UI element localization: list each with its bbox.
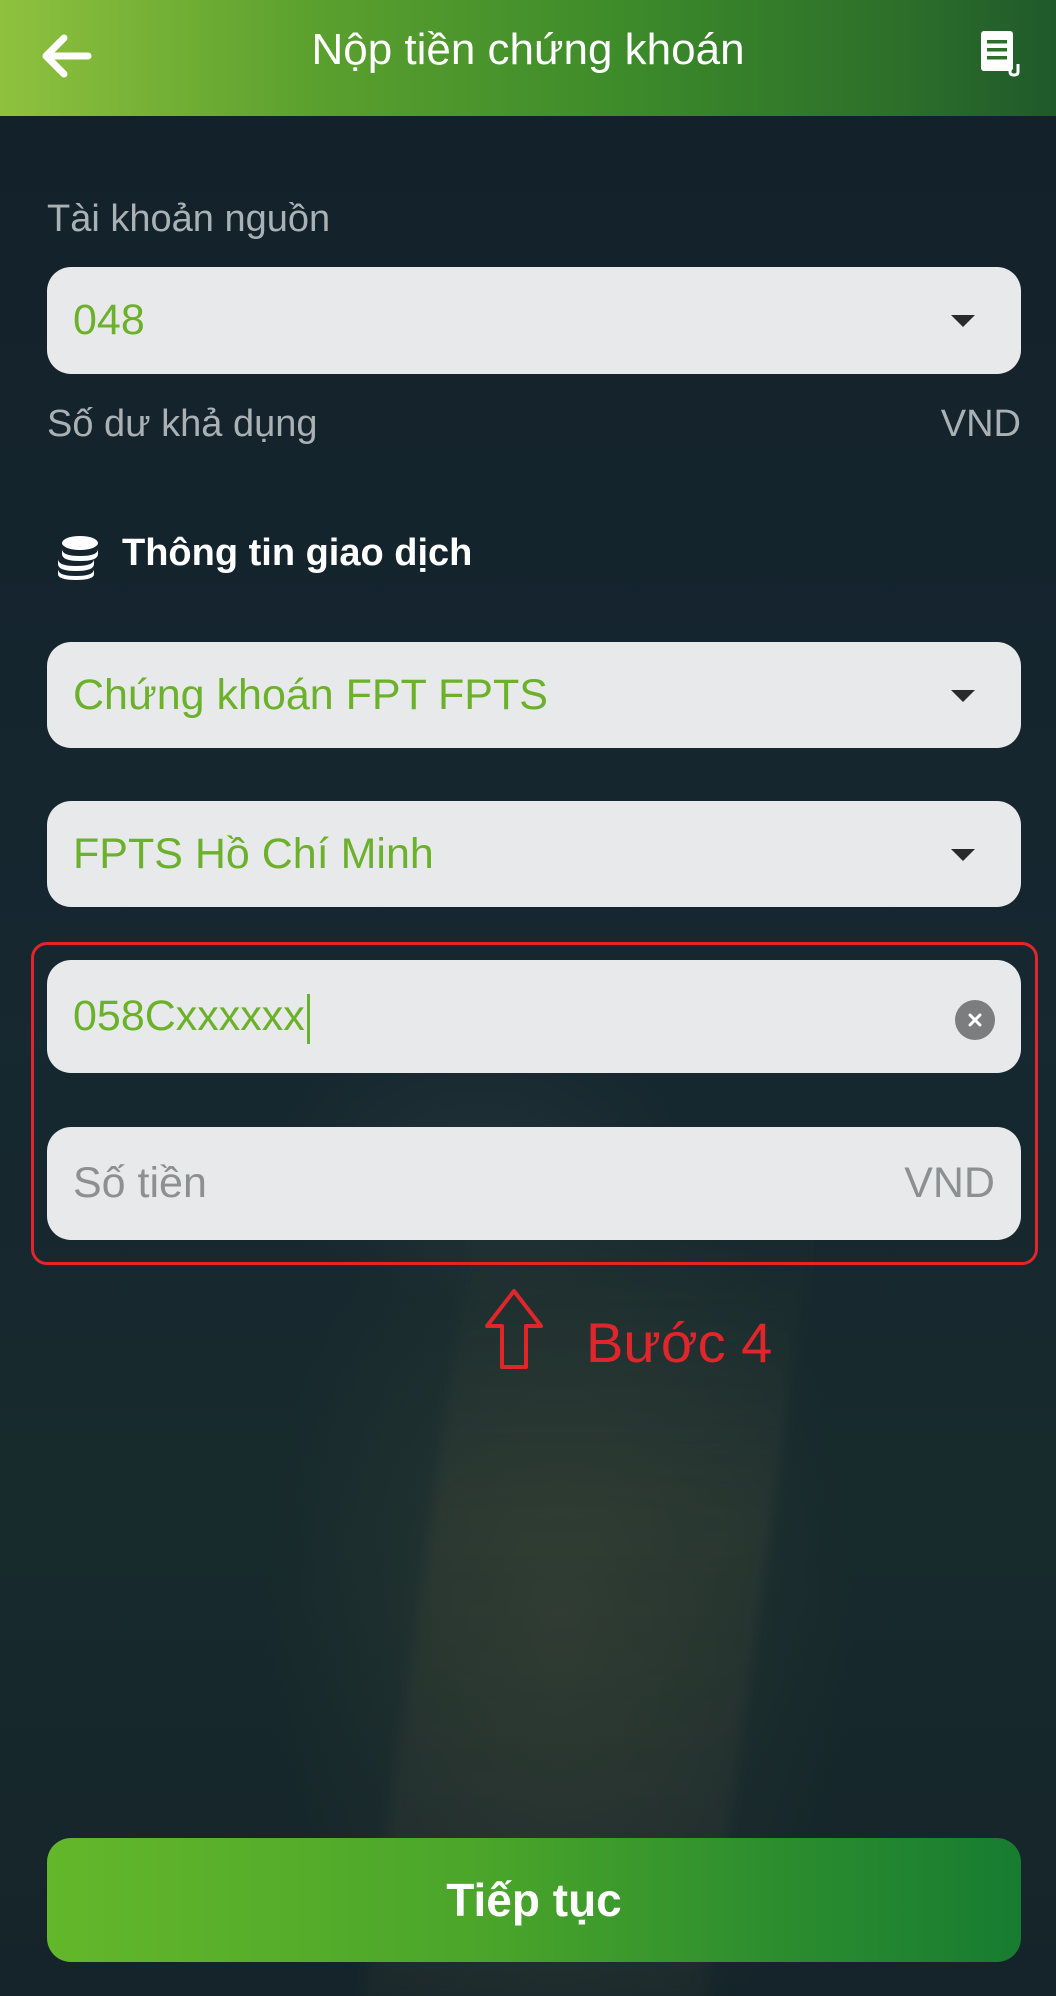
coins-icon	[58, 536, 98, 580]
account-number-input[interactable]: 058Cxxxxxx	[47, 960, 1021, 1073]
amount-placeholder: Số tiền	[73, 1159, 207, 1207]
broker-dropdown[interactable]: Chứng khoán FPT FPTS	[47, 642, 1021, 748]
account-number-wrapper: 058Cxxxxxx	[73, 960, 310, 1073]
document-icon	[981, 31, 1020, 77]
chevron-down-icon	[951, 315, 975, 327]
section-title: Thông tin giao dịch	[122, 532, 473, 574]
step-label: Bước 4	[586, 1311, 773, 1374]
balance-label: Số dư khả dụng	[47, 403, 318, 445]
amount-input[interactable]: Số tiền VND	[47, 1127, 1021, 1240]
text-cursor	[306, 993, 310, 1044]
balance-unit: VND	[940, 403, 1021, 445]
source-account-dropdown[interactable]: 048	[47, 267, 1021, 374]
branch-dropdown[interactable]: FPTS Hồ Chí Minh	[47, 801, 1021, 907]
source-account-label: Tài khoản nguồn	[47, 198, 331, 240]
account-number-value: 058Cxxxxxx	[73, 992, 305, 1040]
app-header: Nộp tiền chứng khoán	[0, 0, 1056, 116]
amount-unit: VND	[904, 1159, 995, 1207]
clear-button[interactable]	[955, 1000, 995, 1040]
page-title: Nộp tiền chứng khoán	[311, 25, 745, 74]
branch-value: FPTS Hồ Chí Minh	[73, 830, 434, 878]
close-icon	[968, 1013, 982, 1027]
continue-button[interactable]: Tiếp tục	[47, 1838, 1021, 1962]
broker-value: Chứng khoán FPT FPTS	[73, 671, 548, 719]
history-button[interactable]	[976, 28, 1026, 78]
arrow-up-icon	[485, 1289, 543, 1369]
chevron-down-icon	[951, 690, 975, 702]
source-account-value: 048	[73, 296, 145, 344]
chevron-down-icon	[951, 849, 975, 861]
